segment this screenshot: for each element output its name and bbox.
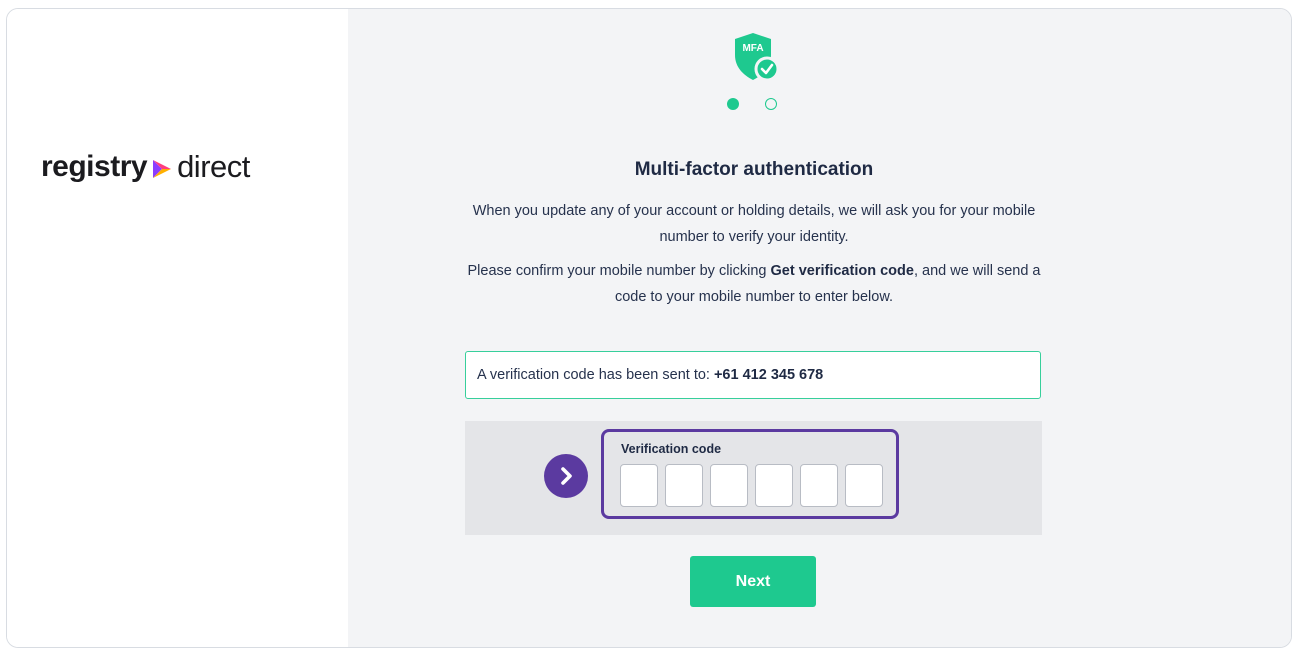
verification-code-inputs <box>620 464 883 507</box>
code-digit-6[interactable] <box>845 464 883 507</box>
code-digit-3[interactable] <box>710 464 748 507</box>
step-dot-2 <box>765 98 777 110</box>
notice-text: A verification code has been sent to: <box>477 367 710 383</box>
logo-text-light: direct <box>177 149 250 184</box>
page-title: Multi-factor authentication <box>634 159 874 180</box>
step-dot-1 <box>727 98 739 110</box>
step-indicator <box>727 98 777 110</box>
mfa-badge-label: MFA <box>742 43 763 54</box>
code-digit-5[interactable] <box>800 464 838 507</box>
code-digit-1[interactable] <box>620 464 658 507</box>
logo-text-bold: registry <box>41 150 148 183</box>
pointer-badge <box>544 454 588 498</box>
mfa-pane: MFA Multi-factor authentication When you… <box>348 9 1291 647</box>
mfa-content: MFA Multi-factor authentication When you… <box>465 9 1043 647</box>
verification-panel: Verification code <box>465 421 1042 535</box>
get-code-emphasis: Get verification code <box>770 263 914 279</box>
next-button[interactable]: Next <box>690 556 816 607</box>
shield-check-icon: MFA <box>735 33 780 82</box>
verification-code-highlight: Verification code <box>601 429 899 519</box>
chevron-right-icon <box>561 467 572 485</box>
code-digit-2[interactable] <box>665 464 703 507</box>
logo-arrow-icon <box>153 160 172 178</box>
branding-pane: registry direct <box>7 9 348 647</box>
intro-text: When you update any of your account or h… <box>472 203 1036 245</box>
page-frame: registry direct MFA Multi-factor authent… <box>6 8 1292 648</box>
code-digit-4[interactable] <box>755 464 793 507</box>
notice-phone-number: +61 412 345 678 <box>713 367 824 383</box>
registry-direct-logo: registry direct <box>41 149 250 185</box>
code-sent-notice: A verification code has been sent to: +6… <box>465 351 1041 399</box>
verification-code-label: Verification code <box>621 442 722 456</box>
instructions-text: Please confirm your mobile number by cli… <box>467 263 1041 305</box>
